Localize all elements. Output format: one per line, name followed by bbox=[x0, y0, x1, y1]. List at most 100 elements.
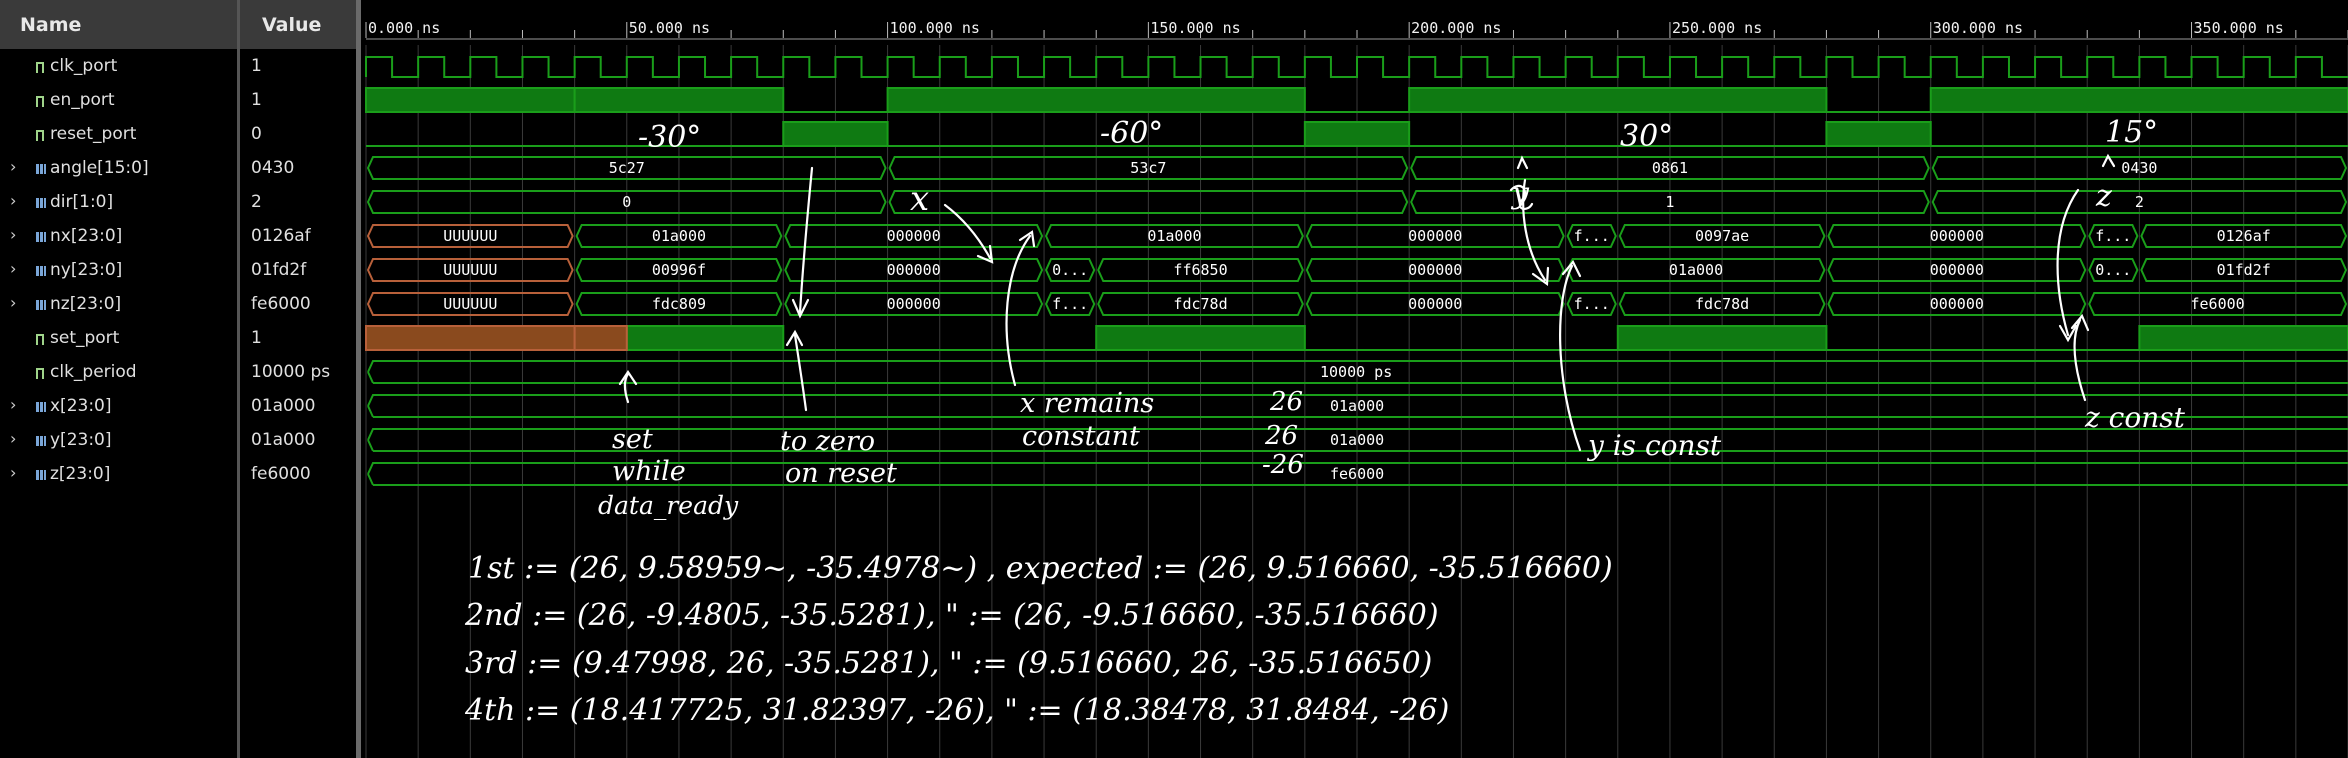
expand-chevron-icon[interactable]: › bbox=[10, 293, 16, 312]
expand-chevron-icon[interactable]: › bbox=[10, 157, 16, 176]
nx-bus-value: UUUUUU bbox=[443, 227, 497, 245]
nx-bus-value: 0097ae bbox=[1695, 227, 1749, 245]
reset-high-pulse bbox=[782, 121, 889, 147]
signal-row[interactable]: › y[23:0] 01a000 bbox=[0, 423, 356, 457]
bus-signal-icon bbox=[35, 195, 46, 209]
signal-name: en_port bbox=[50, 90, 115, 110]
ny-bus-value: ff6850 bbox=[1173, 261, 1227, 279]
signal-name: dir[1:0] bbox=[50, 192, 114, 212]
signal-value: fe6000 bbox=[251, 294, 311, 314]
en-high-pulse bbox=[1929, 87, 2348, 113]
signal-row[interactable]: › nz[23:0] fe6000 bbox=[0, 287, 356, 321]
expand-chevron-icon[interactable]: › bbox=[10, 463, 16, 482]
expand-chevron-icon[interactable]: › bbox=[10, 395, 16, 414]
signal-name: clk_period bbox=[50, 362, 137, 382]
bus-signal-icon bbox=[35, 229, 46, 243]
scalar-signal-icon bbox=[35, 331, 45, 345]
signal-row[interactable]: set_port 1 bbox=[0, 321, 356, 355]
nz-bus-value: fdc78d bbox=[1695, 295, 1749, 313]
en-high-pulse bbox=[573, 87, 785, 113]
signal-row[interactable]: › ny[23:0] 01fd2f bbox=[0, 253, 356, 287]
reset-high-pulse bbox=[1825, 121, 1932, 147]
angle-bus-value: 5c27 bbox=[609, 159, 645, 177]
scalar-signal-icon bbox=[35, 93, 45, 107]
signal-name-panel: Name Value clk_port 1 en_port 1 reset_port 0 ›… bbox=[0, 0, 361, 758]
nz-bus-value: fe6000 bbox=[2191, 295, 2245, 313]
dir-bus-value: 2 bbox=[2135, 193, 2144, 211]
nz-bus-value: 000000 bbox=[1930, 295, 1984, 313]
ny-bus-value: 0... bbox=[2095, 261, 2131, 279]
signal-value: 1 bbox=[251, 90, 262, 110]
signal-name: set_port bbox=[50, 328, 120, 348]
set-high-pulse bbox=[1616, 325, 1828, 351]
signal-row[interactable]: clk_port 1 bbox=[0, 49, 356, 83]
signal-name: z[23:0] bbox=[50, 464, 111, 484]
signal-row[interactable]: reset_port 0 bbox=[0, 117, 356, 151]
signal-row[interactable]: › nx[23:0] 0126af bbox=[0, 219, 356, 253]
nz-bus-value: f... bbox=[1574, 295, 1610, 313]
ny-bus-value: 00996f bbox=[652, 261, 706, 279]
nz-bus-value: UUUUUU bbox=[443, 295, 497, 313]
signal-value: 01fd2f bbox=[251, 260, 307, 280]
bus-signal-icon bbox=[35, 399, 46, 413]
signal-row[interactable]: en_port 1 bbox=[0, 83, 356, 117]
set-high-pulse bbox=[625, 325, 785, 351]
signal-row[interactable]: clk_period 10000 ps bbox=[0, 355, 356, 389]
nx-bus-value: f... bbox=[1574, 227, 1610, 245]
signal-row[interactable]: › angle[15:0] 0430 bbox=[0, 151, 356, 185]
expand-chevron-icon[interactable]: › bbox=[10, 191, 16, 210]
bus-signal-icon bbox=[35, 297, 46, 311]
ruler-label: 100.000 ns bbox=[890, 19, 980, 37]
set-undefined bbox=[365, 325, 576, 351]
ruler-label: 350.000 ns bbox=[2194, 19, 2284, 37]
nz-bus-value: 000000 bbox=[887, 295, 941, 313]
signal-value: 0430 bbox=[251, 158, 295, 178]
en-high-pulse bbox=[1408, 87, 1828, 113]
value-header-label: Value bbox=[262, 14, 322, 36]
y-bus-value: 01a000 bbox=[1330, 431, 1384, 449]
nx-bus-value: 01a000 bbox=[652, 227, 706, 245]
angle-bus-value: 53c7 bbox=[1130, 159, 1166, 177]
expand-chevron-icon[interactable]: › bbox=[10, 259, 16, 278]
expand-chevron-icon[interactable]: › bbox=[10, 429, 16, 448]
set-undefined bbox=[573, 325, 628, 351]
en-high-pulse bbox=[365, 87, 576, 113]
name-column-header[interactable]: Name bbox=[0, 0, 239, 49]
nx-bus-value: 01a000 bbox=[1147, 227, 1201, 245]
signal-name: reset_port bbox=[50, 124, 137, 144]
ny-bus-value: 0... bbox=[1052, 261, 1088, 279]
ny-bus-value: 01a000 bbox=[1669, 261, 1723, 279]
scalar-signal-icon bbox=[35, 59, 45, 73]
ruler-label: 50.000 ns bbox=[629, 19, 710, 37]
waveform-canvas[interactable]: 0.000 ns 50.000 ns 100.000 ns 150.000 ns 200… bbox=[361, 0, 2348, 758]
ny-bus-value: 000000 bbox=[1930, 261, 1984, 279]
bus-signal-icon bbox=[35, 263, 46, 277]
reset-high-pulse bbox=[1303, 121, 1411, 147]
dir-bus-value: 1 bbox=[1665, 193, 1674, 211]
signal-value: fe6000 bbox=[251, 464, 311, 484]
nz-bus-value: fdc809 bbox=[652, 295, 706, 313]
signal-name: x[23:0] bbox=[50, 396, 112, 416]
signal-value: 2 bbox=[251, 192, 262, 212]
ny-bus-value: UUUUUU bbox=[443, 261, 497, 279]
angle-bus-value: 0861 bbox=[1652, 159, 1688, 177]
ruler-label: 200.000 ns bbox=[1411, 19, 1501, 37]
bus-signal-icon bbox=[35, 161, 46, 175]
signal-row[interactable]: › z[23:0] fe6000 bbox=[0, 457, 356, 491]
bus-signal-icon bbox=[35, 433, 46, 447]
value-column-header[interactable]: Value bbox=[240, 0, 357, 49]
en-high-pulse bbox=[886, 87, 1306, 113]
ruler-label: 250.000 ns bbox=[1672, 19, 1762, 37]
expand-chevron-icon[interactable]: › bbox=[10, 225, 16, 244]
signal-value: 10000 ps bbox=[251, 362, 331, 382]
signal-value: 1 bbox=[251, 328, 262, 348]
z-bus-value: fe6000 bbox=[1330, 465, 1384, 483]
signal-row[interactable]: › x[23:0] 01a000 bbox=[0, 389, 356, 423]
scalar-signal-icon bbox=[35, 365, 45, 379]
signal-row[interactable]: › dir[1:0] 2 bbox=[0, 185, 356, 219]
nz-bus-value: 000000 bbox=[1408, 295, 1462, 313]
time-ruler[interactable]: 0.000 ns 50.000 ns 100.000 ns 150.000 ns 200… bbox=[365, 19, 2348, 40]
signal-name: clk_port bbox=[50, 56, 118, 76]
signal-name: y[23:0] bbox=[50, 430, 112, 450]
name-header-label: Name bbox=[20, 14, 82, 36]
